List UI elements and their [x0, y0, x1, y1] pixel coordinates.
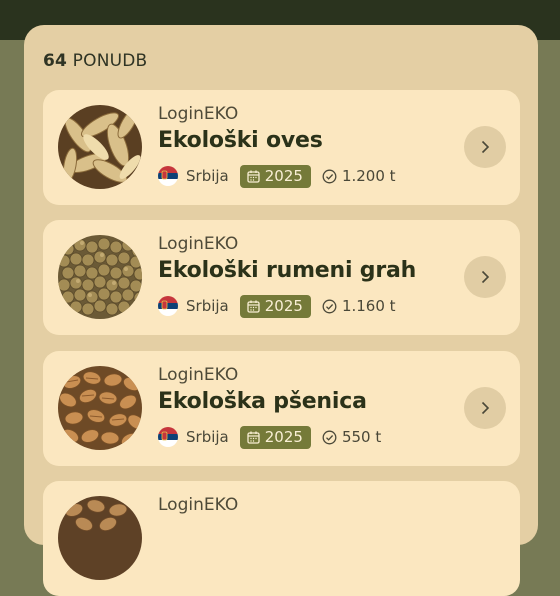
- oats-icon: [58, 105, 142, 189]
- quantity-label: 1.160 t: [341, 297, 396, 315]
- offer-card[interactable]: LoginEKO Ekološki oves Srbija 2025 1.200…: [43, 90, 520, 205]
- check-circle-icon: [322, 169, 337, 183]
- peas-icon: [58, 235, 142, 319]
- offer-meta: Srbija 2025 1.200 t: [158, 164, 396, 188]
- offer-count: 64 PONUDB: [43, 51, 147, 71]
- year-label: 2025: [264, 428, 303, 446]
- year-label: 2025: [264, 297, 303, 315]
- product-title: Ekološka pšenica: [158, 389, 367, 414]
- open-offer-button[interactable]: [464, 387, 506, 429]
- offer-count-number: 64: [43, 51, 68, 71]
- open-offer-button[interactable]: [464, 256, 506, 298]
- quantity: 550 t: [322, 428, 381, 446]
- offer-card[interactable]: LoginEKO Ekološka pšenica Srbija 2025 55…: [43, 351, 520, 466]
- chevron-right-icon: [481, 140, 490, 154]
- serbia-flag-icon: [158, 427, 178, 447]
- chevron-right-icon: [481, 270, 490, 284]
- country-label: Srbija: [186, 297, 229, 315]
- seller-name: LoginEKO: [158, 104, 239, 124]
- serbia-flag-icon: [158, 296, 178, 316]
- country-label: Srbija: [186, 428, 229, 446]
- product-title: Ekološki oves: [158, 128, 323, 153]
- calendar-icon: [247, 431, 260, 444]
- product-title: Ekološki rumeni grah: [158, 258, 417, 283]
- check-circle-icon: [322, 299, 337, 313]
- offer-meta: Srbija 2025 1.160 t: [158, 294, 396, 318]
- serbia-flag-icon: [158, 166, 178, 186]
- country-label: Srbija: [186, 167, 229, 185]
- quantity-label: 1.200 t: [341, 167, 396, 185]
- seller-name: LoginEKO: [158, 495, 239, 515]
- quantity: 1.160 t: [322, 297, 396, 315]
- open-offer-button[interactable]: [464, 126, 506, 168]
- grain-icon: [58, 496, 142, 580]
- chevron-right-icon: [481, 401, 490, 415]
- year-badge: 2025: [239, 294, 311, 318]
- offer-card[interactable]: LoginEKO: [43, 481, 520, 596]
- calendar-icon: [247, 300, 260, 313]
- quantity-label: 550 t: [341, 428, 382, 446]
- offer-card[interactable]: LoginEKO Ekološki rumeni grah Srbija 202…: [43, 220, 520, 335]
- calendar-icon: [247, 170, 260, 183]
- seller-name: LoginEKO: [158, 365, 239, 385]
- wheat-icon: [58, 366, 142, 450]
- year-badge: 2025: [239, 164, 311, 188]
- year-label: 2025: [264, 167, 303, 185]
- quantity: 1.200 t: [322, 167, 396, 185]
- seller-name: LoginEKO: [158, 234, 239, 254]
- offer-meta: Srbija 2025 550 t: [158, 425, 381, 449]
- year-badge: 2025: [239, 425, 311, 449]
- check-circle-icon: [322, 430, 337, 444]
- offer-count-label: PONUDB: [72, 51, 148, 71]
